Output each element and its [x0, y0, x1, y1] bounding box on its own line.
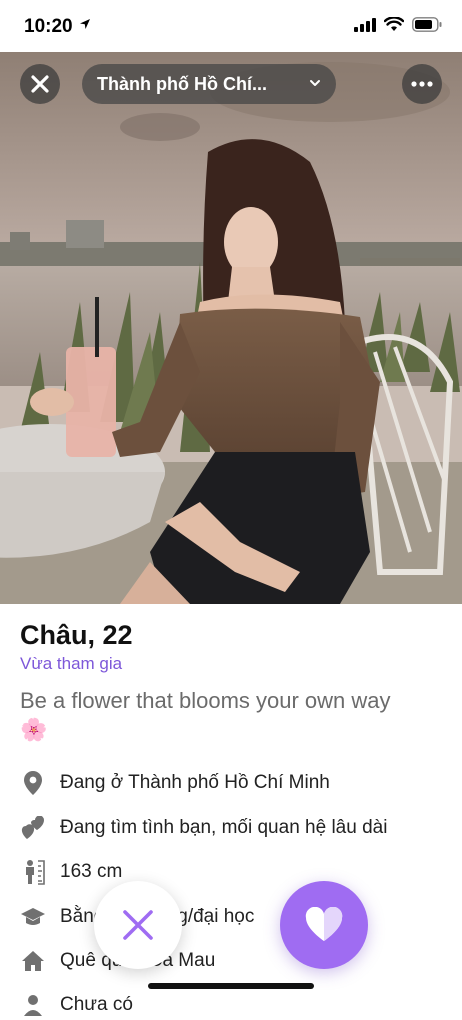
height-icon	[20, 859, 46, 885]
wifi-icon	[384, 17, 404, 31]
status-time: 10:20	[24, 16, 92, 38]
info-row-more: Chưa có	[20, 990, 133, 1020]
signal-icon	[354, 17, 376, 32]
pass-button[interactable]	[94, 881, 182, 969]
bio-emoji: 🌸	[20, 717, 48, 742]
location-pin-icon	[20, 770, 46, 796]
profile-bio: Be a flower that blooms your own way 🌸	[20, 686, 450, 744]
info-label: Chưa có	[60, 994, 133, 1015]
info-row-height: 163 cm	[20, 857, 122, 887]
home-indicator[interactable]	[148, 983, 314, 989]
location-arrow-icon	[79, 19, 90, 29]
info-label: Đang ở Thành phố Hồ Chí Minh	[60, 772, 330, 793]
chevron-down-icon	[310, 80, 320, 86]
more-options-button[interactable]	[402, 64, 442, 104]
close-icon	[31, 75, 49, 93]
hearts-icon	[20, 815, 46, 841]
joined-badge: Vừa tham gia	[20, 654, 123, 673]
battery-icon	[412, 17, 442, 32]
home-icon	[20, 948, 46, 974]
location-selector[interactable]: Thành phố Hồ Chí...	[82, 64, 336, 104]
like-button[interactable]	[280, 881, 368, 969]
close-icon	[123, 910, 153, 940]
status-icons	[354, 17, 442, 32]
bio-text: Be a flower that blooms your own way	[20, 688, 391, 713]
info-row-looking-for: Đang tìm tình bạn, mối quan hệ lâu dài	[20, 813, 387, 843]
info-label: Đang tìm tình bạn, mối quan hệ lâu dài	[60, 817, 388, 838]
close-button[interactable]	[20, 64, 60, 104]
info-label: 163 cm	[60, 861, 123, 882]
ellipsis-icon	[411, 81, 433, 87]
info-row-location: Đang ở Thành phố Hồ Chí Minh	[20, 768, 330, 798]
heart-icon	[305, 907, 343, 941]
profile-photo[interactable]	[0, 52, 462, 604]
profile-name-age: Châu, 22	[20, 620, 133, 650]
location-label: Thành phố Hồ Chí...	[97, 73, 267, 94]
person-icon	[20, 992, 46, 1018]
graduation-cap-icon	[20, 904, 46, 930]
status-bar: 10:20	[0, 0, 462, 52]
